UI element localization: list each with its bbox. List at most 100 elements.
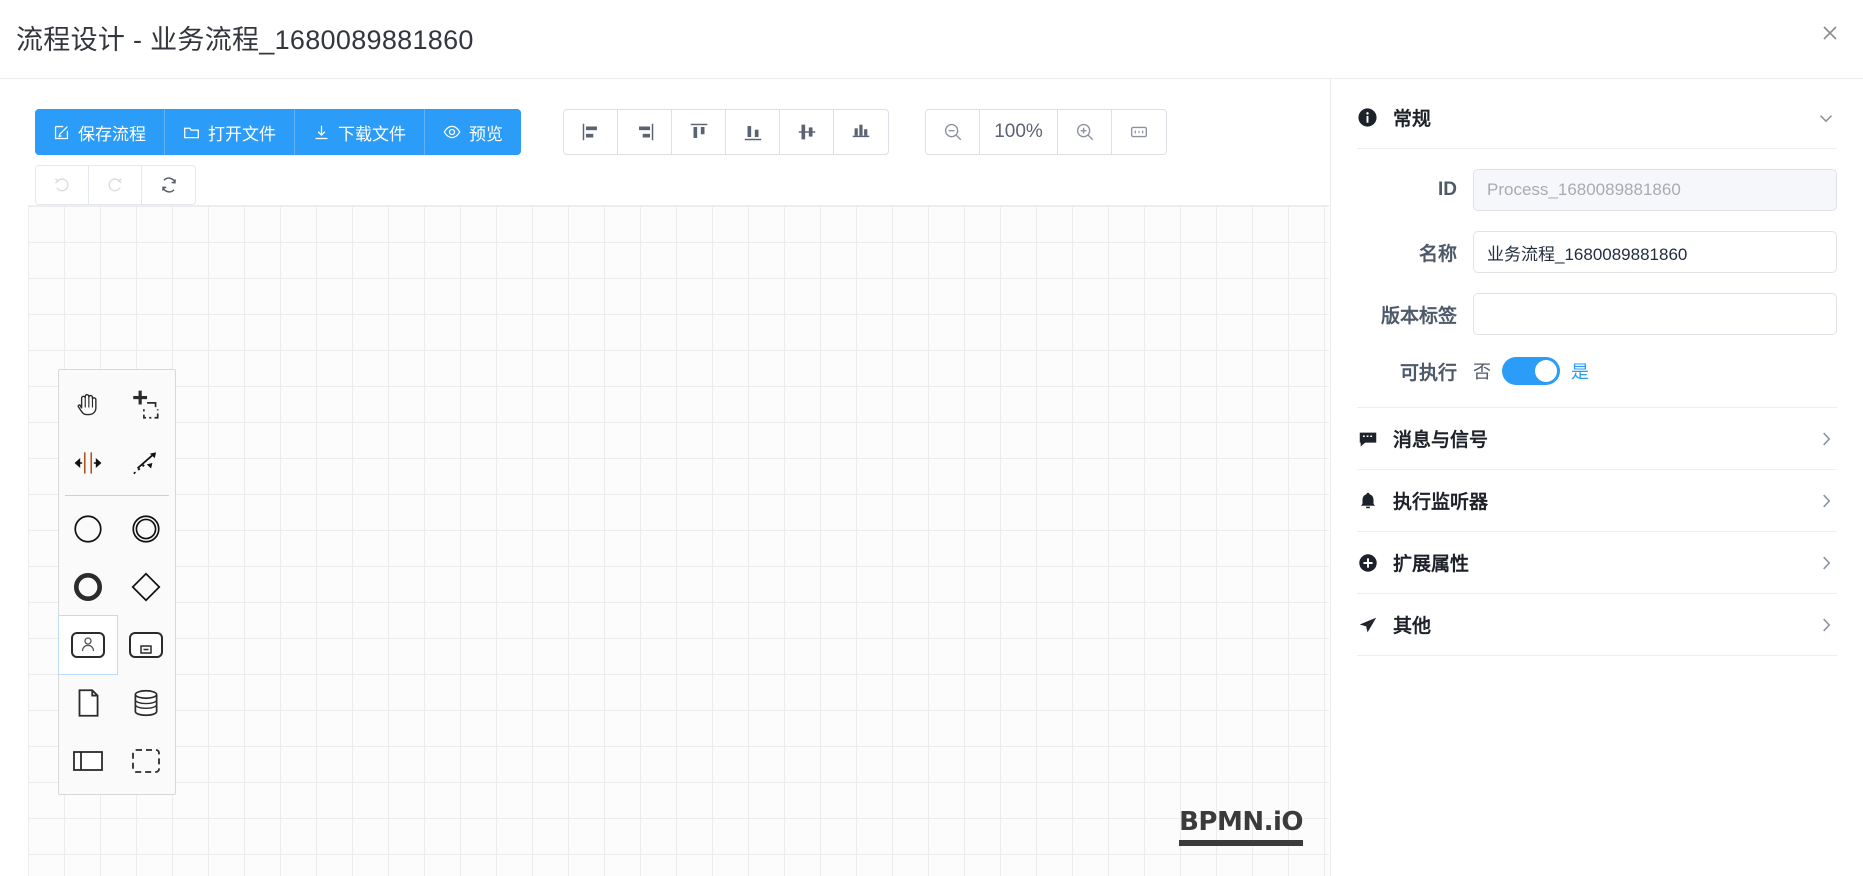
save-process-label: 保存流程 (78, 124, 146, 144)
participant-pool-button[interactable] (59, 732, 117, 790)
user-task-button[interactable] (58, 615, 118, 675)
preview-button[interactable]: 预览 (425, 109, 521, 155)
start-event-icon (74, 515, 102, 543)
field-row-version: 版本标签 (1357, 293, 1837, 335)
bpmn-palette (58, 369, 176, 795)
redo-icon (108, 178, 122, 192)
group-button[interactable] (117, 732, 175, 790)
align-center-horizontal-icon (798, 124, 815, 140)
field-row-name: 名称 (1357, 231, 1837, 273)
space-tool-icon (74, 452, 102, 474)
edit-square-icon (54, 125, 69, 139)
hand-tool-button[interactable] (59, 376, 117, 434)
version-input[interactable] (1473, 293, 1837, 335)
version-label: 版本标签 (1380, 305, 1457, 327)
send-icon (1357, 614, 1387, 636)
bpmn-io-watermark[interactable]: BPMN.iO (1179, 807, 1303, 846)
executable-on-label: 是 (1571, 362, 1589, 382)
space-tool-button[interactable] (59, 434, 117, 492)
global-connect-tool-button[interactable] (117, 434, 175, 492)
align-center-vertical-icon (852, 124, 870, 138)
executable-toggle-knob (1535, 360, 1557, 382)
file-action-group: 保存流程 打开文件 下载文件 预览 (35, 109, 521, 155)
toolbar: 保存流程 打开文件 下载文件 预览 100% (0, 79, 1329, 205)
zoom-in-button[interactable] (1058, 110, 1112, 154)
refresh-icon (161, 177, 176, 193)
eye-icon (443, 125, 461, 139)
bell-icon (1357, 490, 1387, 512)
palette-divider (65, 495, 169, 496)
start-event-button[interactable] (59, 500, 117, 558)
bpmn-canvas[interactable]: BPMN.iO (28, 205, 1329, 876)
sub-process-button[interactable] (117, 616, 175, 674)
participant-pool-icon (73, 751, 103, 771)
palette-row-events-2 (59, 558, 175, 616)
section-messages-signals[interactable]: 消息与信号 (1357, 408, 1837, 470)
data-object-icon (78, 689, 99, 717)
gateway-button[interactable] (117, 558, 175, 616)
end-event-icon (73, 572, 103, 602)
close-icon (1823, 26, 1837, 40)
plus-circle-icon (1357, 552, 1387, 574)
chevron-right-icon (1815, 552, 1837, 574)
message-icon (1357, 428, 1387, 450)
align-left-button[interactable] (564, 110, 618, 154)
undo-button[interactable] (36, 166, 89, 204)
palette-row-containers (59, 732, 175, 790)
lasso-tool-icon (133, 390, 159, 419)
palette-row-tools-2 (59, 434, 175, 492)
lasso-tool-button[interactable] (117, 376, 175, 434)
open-file-button[interactable]: 打开文件 (165, 109, 295, 155)
refresh-button[interactable] (142, 166, 195, 204)
palette-row-tasks (58, 615, 175, 675)
download-file-label: 下载文件 (338, 124, 406, 144)
window-title-bar: 流程设计 - 业务流程_1680089881860 (0, 0, 1863, 79)
field-row-executable: 可执行 否 是 (1357, 357, 1837, 407)
properties-panel: 常规 ID 名称 版本标签 可执行 否 (1330, 79, 1863, 876)
align-center-vertical-button[interactable] (834, 110, 888, 154)
executable-toggle[interactable] (1502, 357, 1560, 385)
align-top-button[interactable] (672, 110, 726, 154)
id-label: ID (1438, 179, 1457, 200)
zoom-out-button[interactable] (926, 110, 980, 154)
properties-panel-inner: 常规 ID 名称 版本标签 可执行 否 (1331, 87, 1863, 656)
download-file-button[interactable]: 下载文件 (295, 109, 425, 155)
fit-screen-button[interactable] (1112, 110, 1166, 154)
zoom-tools-group: 100% (925, 109, 1167, 155)
data-object-button[interactable] (59, 674, 117, 732)
chevron-right-icon (1815, 614, 1837, 636)
align-center-horizontal-button[interactable] (780, 110, 834, 154)
field-row-id: ID (1357, 169, 1837, 211)
zoom-in-icon (1076, 123, 1093, 141)
data-store-icon (134, 689, 158, 717)
save-process-button[interactable]: 保存流程 (35, 109, 165, 155)
align-right-button[interactable] (618, 110, 672, 154)
section-general-header[interactable]: 常规 (1357, 87, 1837, 149)
zoom-level-display: 100% (980, 110, 1058, 154)
align-left-icon (582, 123, 597, 141)
redo-button[interactable] (89, 166, 142, 204)
page-title: 流程设计 - 业务流程_1680089881860 (16, 25, 474, 55)
chevron-right-icon (1815, 428, 1837, 450)
align-bottom-button[interactable] (726, 110, 780, 154)
section-extension-properties[interactable]: 扩展属性 (1357, 532, 1837, 594)
group-icon (132, 749, 160, 773)
end-event-button[interactable] (59, 558, 117, 616)
close-button[interactable] (1811, 14, 1849, 52)
id-input[interactable] (1473, 169, 1837, 211)
section-other[interactable]: 其他 (1357, 594, 1837, 656)
intermediate-event-button[interactable] (117, 500, 175, 558)
toolbar-history-row (35, 165, 196, 205)
toolbar-main-row: 保存流程 打开文件 下载文件 预览 100% (35, 109, 1167, 155)
hand-tool-icon (77, 394, 97, 416)
download-icon (315, 125, 328, 139)
global-connect-tool-icon (133, 452, 157, 475)
name-input[interactable] (1473, 231, 1837, 273)
section-execution-listeners-title: 执行监听器 (1393, 492, 1489, 513)
gateway-icon (131, 572, 161, 602)
section-execution-listeners[interactable]: 执行监听器 (1357, 470, 1837, 532)
palette-row-tools-1 (59, 376, 175, 434)
data-store-button[interactable] (117, 674, 175, 732)
section-general-title: 常规 (1393, 109, 1432, 130)
palette-row-data (59, 674, 175, 732)
